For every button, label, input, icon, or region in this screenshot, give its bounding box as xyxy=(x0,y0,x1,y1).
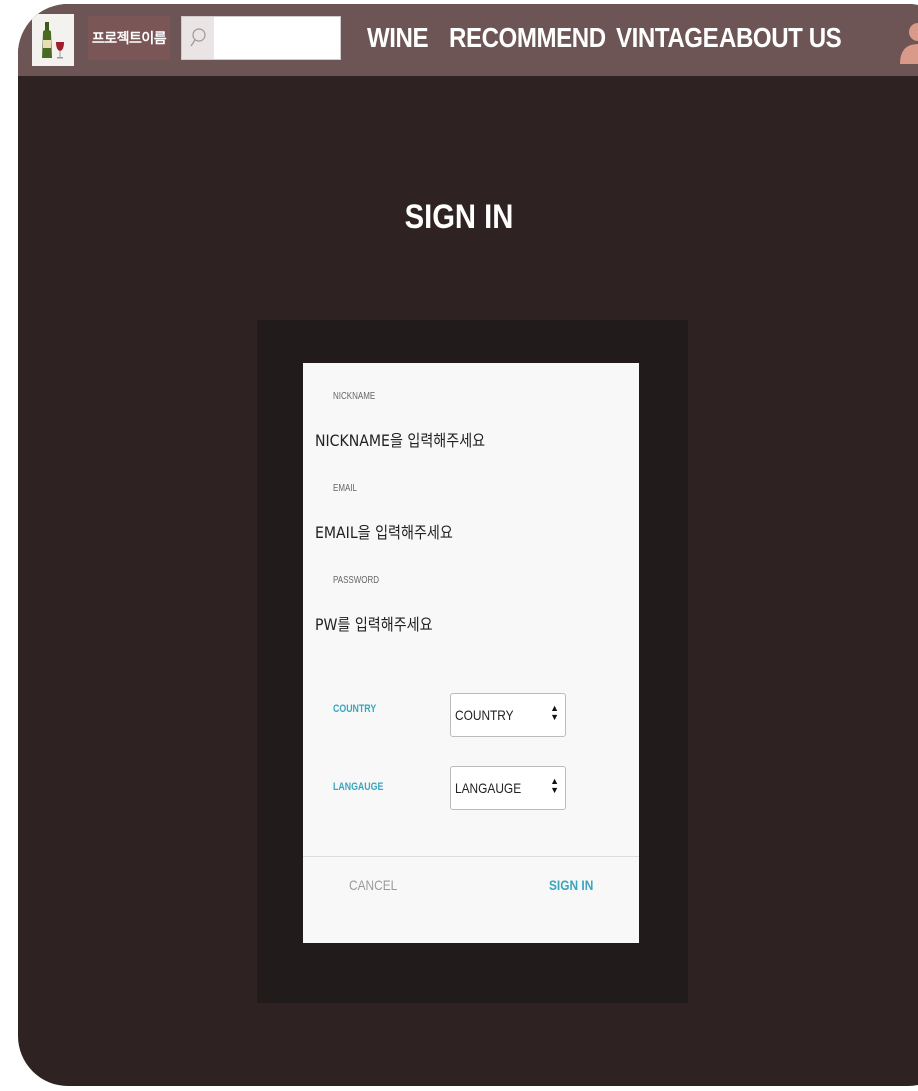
nickname-label: NICKNAME xyxy=(333,391,376,402)
page-title: SIGN IN xyxy=(404,198,514,236)
sign-in-form: NICKNAME NICKNAME을 입력해주세요 EMAIL EMAIL을 입… xyxy=(303,363,639,943)
top-navigation-bar: 프로젝트이름 WINE RECOMMEND VINTAGE ABOUT US xyxy=(18,4,918,76)
language-select[interactable]: LANGAUGE ▲ ▼ xyxy=(450,766,566,810)
stepper-arrows-icon: ▲ ▼ xyxy=(550,703,559,722)
search-icon[interactable] xyxy=(182,17,214,59)
divider xyxy=(303,856,639,857)
country-label: COUNTRY xyxy=(333,703,377,715)
search-input[interactable] xyxy=(181,16,341,60)
nickname-field[interactable]: NICKNAME을 입력해주세요 xyxy=(315,427,485,451)
stepper-arrows-icon: ▲ ▼ xyxy=(550,776,559,795)
brand-name[interactable]: 프로젝트이름 xyxy=(88,16,170,60)
country-select-value: COUNTRY xyxy=(455,707,514,723)
language-select-value: LANGAUGE xyxy=(455,780,522,796)
nav-about-us[interactable]: ABOUT US xyxy=(719,22,842,54)
password-field[interactable]: PW를 입력해주세요 xyxy=(315,611,433,635)
password-label: PASSWORD xyxy=(333,575,380,586)
email-label: EMAIL xyxy=(333,483,358,494)
sign-in-button[interactable]: SIGN IN xyxy=(549,877,593,893)
wine-bottle-icon[interactable] xyxy=(32,14,74,66)
nav-vintage[interactable]: VINTAGE xyxy=(616,22,719,54)
user-icon[interactable] xyxy=(898,20,918,69)
nav-wine[interactable]: WINE xyxy=(367,22,429,54)
country-select[interactable]: COUNTRY ▲ ▼ xyxy=(450,693,566,737)
nav-recommend[interactable]: RECOMMEND xyxy=(449,22,606,54)
language-label: LANGAUGE xyxy=(333,781,384,793)
email-field[interactable]: EMAIL을 입력해주세요 xyxy=(315,519,453,543)
cancel-button[interactable]: CANCEL xyxy=(349,877,397,893)
